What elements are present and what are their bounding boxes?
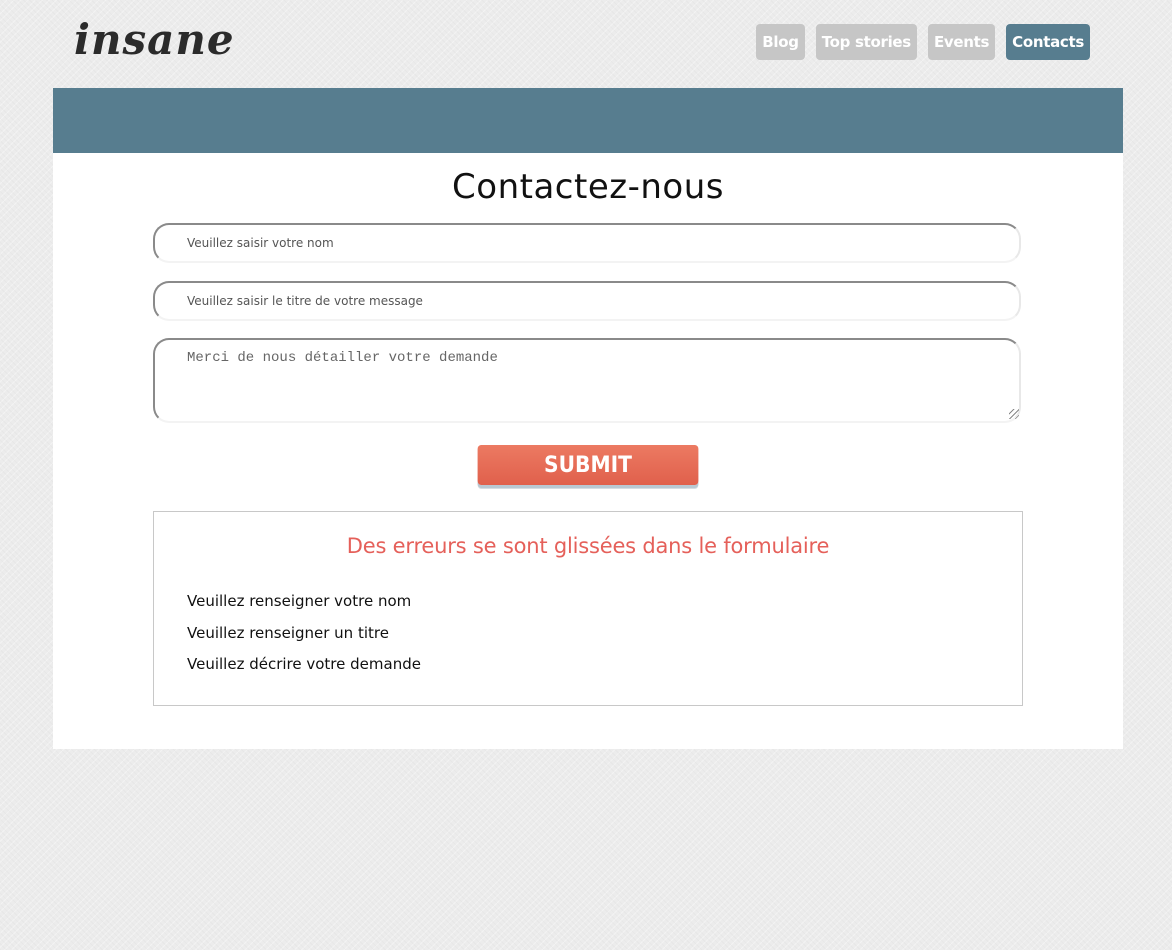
subject-input[interactable] [153,281,1021,321]
error-list: Veuillez renseigner votre nom Veuillez r… [187,590,421,685]
error-panel: Des erreurs se sont glissées dans le for… [153,511,1023,706]
header-banner [53,88,1123,153]
nav-item-blog[interactable]: Blog [756,24,805,60]
error-item-name: Veuillez renseigner votre nom [187,592,412,610]
message-textarea[interactable] [153,338,1021,423]
error-item-title: Veuillez renseigner un titre [187,623,389,642]
nav-item-top-stories[interactable]: Top stories [815,24,917,60]
resize-grip-icon[interactable] [1009,409,1019,419]
contact-card: Contactez-nous SUBMIT Des erreurs se son… [53,153,1123,749]
error-title: Des erreurs se sont glissées dans le for… [346,534,830,558]
nav-item-contacts[interactable]: Contacts [1006,24,1090,60]
submit-button[interactable]: SUBMIT [477,445,699,485]
name-input[interactable] [153,223,1021,263]
error-item-message: Veuillez décrire votre demande [187,655,421,673]
site-logo[interactable]: insane [74,10,235,70]
nav-item-events[interactable]: Events [927,24,996,60]
main-nav: Blog Top stories Events Contacts [756,24,1090,60]
page-title: Contactez-nous [452,167,724,207]
